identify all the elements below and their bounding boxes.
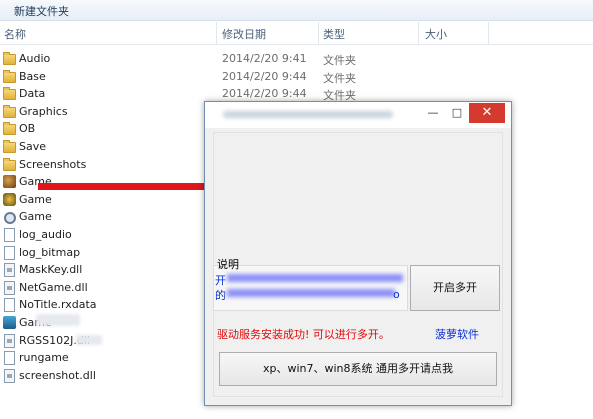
info-text-line-1: 开: [215, 274, 226, 287]
file-row[interactable]: Save: [0, 139, 210, 156]
text-file-icon: [4, 298, 15, 313]
file-date: 2014/2/20 9:44: [222, 87, 307, 101]
file-name: screenshot.dll: [19, 368, 96, 382]
file-name: Data: [19, 87, 46, 101]
file-name: Game: [19, 192, 52, 206]
file-row[interactable]: Screenshots: [0, 157, 210, 174]
file-row[interactable]: screenshot.dll: [0, 368, 210, 385]
column-size[interactable]: 大小: [425, 26, 447, 42]
file-name: log_audio: [19, 228, 72, 241]
file-row[interactable]: RGSS102J.dll: [0, 333, 210, 350]
success-message: 驱动服务安装成功! 可以进行多开。: [217, 328, 390, 341]
column-name[interactable]: 名称: [4, 26, 26, 42]
file-name: Save: [19, 140, 47, 153]
file-row[interactable]: Game: [0, 209, 210, 226]
game-icon: [3, 192, 16, 206]
minimize-button[interactable]: —: [421, 103, 445, 123]
folder-icon: [3, 52, 16, 65]
file-name: Graphics: [19, 104, 68, 118]
redacted-blur: [76, 335, 102, 345]
file-row[interactable]: Audio 2014/2/20 9:41 文件夹: [0, 51, 356, 68]
column-divider[interactable]: [488, 22, 489, 44]
file-name: OB: [19, 122, 36, 136]
column-divider[interactable]: [216, 22, 217, 44]
file-name: NetGame.dll: [19, 280, 88, 294]
file-row[interactable]: log_bitmap: [0, 245, 210, 262]
file-name: Base: [19, 69, 46, 83]
file-row[interactable]: NoTitle.rxdata: [0, 297, 210, 314]
file-row[interactable]: rungame: [0, 350, 210, 367]
dll-file-icon: [4, 368, 15, 383]
dialog-title-redacted: [223, 111, 393, 118]
folder-icon: [3, 140, 16, 153]
folder-icon: [3, 87, 16, 101]
file-row[interactable]: Data 2014/2/20 9:44 文件夹: [0, 86, 356, 103]
dll-file-icon: [4, 333, 15, 348]
dll-file-icon: [4, 280, 15, 295]
universal-multi-open-button[interactable]: xp、win7、win8系统 通用多开请点我: [219, 352, 497, 386]
file-row[interactable]: Graphics: [0, 104, 210, 121]
close-button[interactable]: ✕: [469, 103, 505, 123]
folder-icon: [3, 122, 16, 136]
file-type: 文件夹: [323, 71, 356, 85]
brand-link[interactable]: 菠萝软件: [435, 326, 479, 342]
new-folder-button[interactable]: 新建文件夹: [14, 3, 69, 19]
multi-open-dialog: — □ ✕ 说明 开 的 o 开启多开 驱动服务安装成功! 可以进行多开。 菠萝…: [204, 101, 512, 406]
column-divider[interactable]: [318, 22, 319, 44]
file-name: Screenshots: [19, 157, 87, 171]
info-label: 说明: [217, 258, 239, 271]
column-divider[interactable]: [418, 22, 419, 44]
info-text-tail: o: [393, 288, 400, 301]
info-redacted-blur: [227, 274, 403, 282]
file-row[interactable]: MaskKey.dll: [0, 262, 210, 279]
file-type: 文件夹: [323, 54, 356, 67]
dll-file-icon: [4, 263, 15, 278]
file-row[interactable]: Game: [0, 315, 210, 332]
file-name: Game: [19, 210, 52, 224]
folder-icon: [3, 157, 16, 171]
column-type[interactable]: 类型: [323, 26, 345, 42]
redacted-blur: [36, 314, 80, 326]
dialog-titlebar[interactable]: — □ ✕: [205, 102, 511, 128]
explorer-toolbar: 新建文件夹: [0, 0, 593, 21]
text-file-icon: [4, 351, 15, 366]
info-text-line-2: 的: [215, 289, 226, 302]
file-name: MaskKey.dll: [19, 263, 83, 277]
text-file-icon: [4, 228, 15, 242]
column-date[interactable]: 修改日期: [222, 26, 266, 42]
file-row[interactable]: NetGame.dll: [0, 280, 210, 297]
info-group-box: [213, 265, 408, 311]
info-redacted-blur: [227, 289, 395, 297]
file-name: rungame: [19, 351, 69, 365]
file-name: log_bitmap: [19, 245, 81, 259]
file-row[interactable]: Base 2014/2/20 9:44 文件夹: [0, 69, 356, 86]
start-multi-open-button[interactable]: 开启多开: [410, 265, 500, 311]
file-row[interactable]: Game: [0, 192, 210, 209]
app-icon: [3, 316, 16, 329]
folder-icon: [3, 69, 16, 83]
file-date: 2014/2/20 9:41: [222, 52, 307, 65]
settings-file-icon: [4, 212, 16, 225]
file-name: Audio: [19, 52, 51, 65]
file-row[interactable]: log_audio: [0, 227, 210, 244]
column-header: 名称 修改日期 类型 大小: [0, 22, 593, 45]
file-row[interactable]: OB: [0, 121, 210, 138]
maximize-button[interactable]: □: [445, 103, 469, 123]
file-name: NoTitle.rxdata: [19, 298, 97, 312]
game-icon: [3, 175, 16, 189]
text-file-icon: [4, 245, 15, 260]
file-date: 2014/2/20 9:44: [222, 69, 307, 83]
folder-icon: [3, 104, 16, 118]
